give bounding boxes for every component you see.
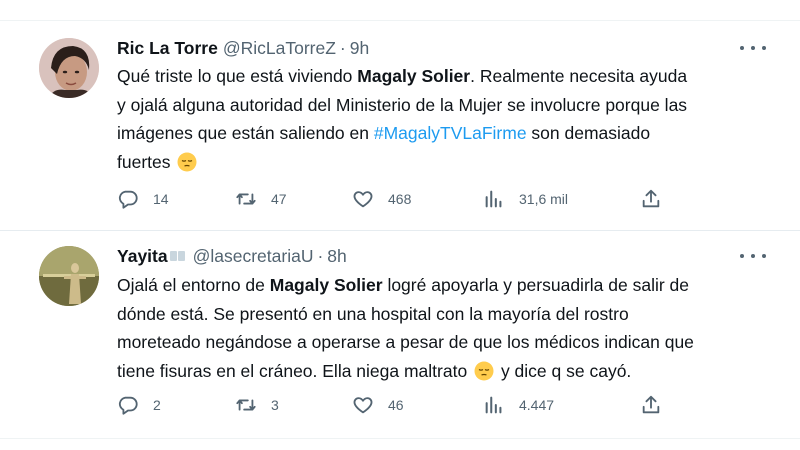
view-count: 31,6 mil: [519, 191, 569, 207]
text-segment: fuertes: [117, 151, 171, 172]
avatar[interactable]: [39, 38, 99, 98]
share-button[interactable]: [640, 393, 662, 417]
avatar[interactable]: [39, 246, 99, 306]
text-segment: dónde está. Se presentó en una hospital …: [117, 303, 629, 324]
tweet-ric-la-torre[interactable]: Ric La Torre @RicLaTorreZ · 9h Qué trist…: [0, 30, 800, 230]
like-count: 468: [388, 191, 412, 207]
text-segment: tiene fisuras en el cráneo. Ella niega m…: [117, 360, 468, 381]
heart-icon: [353, 397, 373, 414]
pensive-face-emoji: [474, 361, 494, 380]
share-icon: [642, 395, 660, 414]
timestamp[interactable]: 8h: [327, 246, 346, 267]
reply-count: 2: [153, 397, 161, 413]
retweet-button[interactable]: 3: [235, 393, 279, 417]
tweet-divider: [0, 230, 800, 231]
like-button[interactable]: 46: [352, 393, 404, 417]
tweet-text: Qué triste lo que está viviendo Magaly S…: [117, 62, 782, 176]
bottom-divider: [0, 438, 800, 439]
reply-button[interactable]: 2: [117, 393, 161, 417]
tweet-actions: 14 47 468 31,6 mil: [117, 187, 677, 211]
tweet-text: Ojalá el entorno de Magaly Solier logré …: [117, 271, 782, 385]
heart-icon: [353, 191, 373, 208]
text-segment: imágenes que están saliendo en: [117, 123, 374, 143]
reply-button[interactable]: 14: [117, 187, 169, 211]
author-name[interactable]: Ric La Torre: [117, 38, 218, 59]
author-name[interactable]: Yayita: [117, 246, 168, 267]
timestamp[interactable]: 9h: [350, 38, 369, 59]
view-count: 4.447: [519, 397, 555, 413]
share-button[interactable]: [640, 187, 662, 211]
mention-bold: Magaly Solier: [357, 66, 471, 86]
separator-dot: ·: [317, 245, 324, 266]
views-icon: [485, 396, 502, 414]
like-count: 46: [388, 397, 404, 413]
tweet-yayita[interactable]: Yayita @lasecretariaU · 8h Ojalá el ento…: [0, 238, 800, 438]
retweet-icon: [236, 399, 256, 411]
text-segment: . Realmente necesita ayuda: [470, 66, 688, 86]
pensive-face-emoji: [177, 152, 197, 171]
retweet-button[interactable]: 47: [235, 187, 287, 211]
views-button[interactable]: 4.447: [483, 393, 554, 417]
separator-dot: ·: [339, 37, 346, 58]
author-handle[interactable]: @lasecretariaU: [193, 246, 314, 267]
like-button[interactable]: 468: [352, 187, 411, 211]
views-icon: [485, 190, 502, 208]
author-handle[interactable]: @RicLaTorreZ: [223, 38, 336, 59]
name-emoji-badge: [169, 251, 186, 261]
text-segment: Qué triste lo que está viviendo: [117, 66, 358, 86]
text-segment: son demasiado: [526, 123, 651, 143]
tweet-header: Ric La Torre @RicLaTorreZ · 9h: [117, 37, 369, 59]
share-icon: [642, 189, 660, 208]
reply-icon: [118, 190, 138, 209]
text-segment: logré apoyarla y persuadirla de salir de: [382, 275, 689, 295]
tweet-header: Yayita @lasecretariaU · 8h: [117, 245, 347, 267]
retweet-icon: [236, 193, 256, 205]
text-segment: Ojalá el entorno de: [117, 275, 270, 295]
views-button[interactable]: 31,6 mil: [483, 187, 568, 211]
reply-icon: [118, 396, 138, 415]
more-icon[interactable]: [740, 247, 766, 265]
text-segment: moreteado negándose a operarse a pesar d…: [117, 332, 694, 352]
top-divider: [0, 20, 800, 21]
text-segment: y ojalá alguna autoridad del Ministerio …: [117, 94, 688, 115]
tweet-actions: 2 3 46 4.447: [117, 393, 677, 417]
hashtag-link[interactable]: #MagalyTVLaFirme: [374, 123, 527, 143]
reply-count: 14: [153, 191, 169, 207]
retweet-count: 3: [271, 397, 279, 413]
text-segment: y dice q se cayó.: [496, 360, 632, 381]
retweet-count: 47: [271, 191, 287, 207]
more-icon[interactable]: [740, 39, 766, 57]
mention-bold: Magaly Solier: [269, 275, 383, 295]
